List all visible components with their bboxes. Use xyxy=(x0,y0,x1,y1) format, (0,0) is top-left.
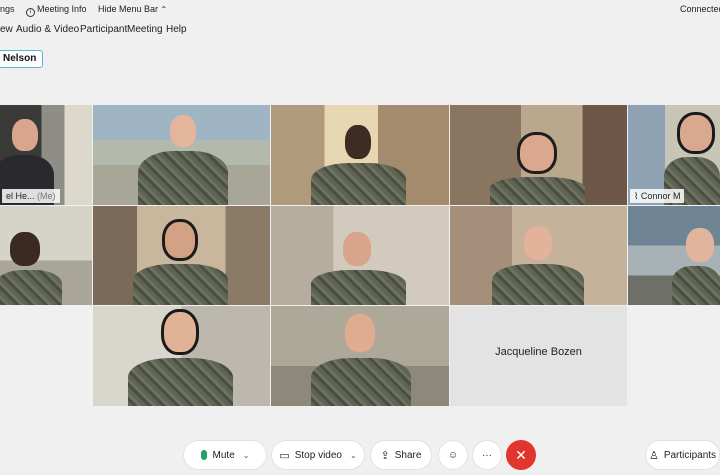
video-tile-no-video[interactable]: Jacqueline Bozen xyxy=(450,306,627,406)
video-grid: el He... (Me) ⌇ Connor M Jacqueline Boze… xyxy=(0,105,720,407)
share-icon: ⇪ xyxy=(380,449,390,462)
video-tile-connor[interactable]: ⌇ Connor M xyxy=(628,105,720,205)
microphone-icon: ⌇ xyxy=(634,191,639,201)
participant-video xyxy=(668,226,720,305)
video-tile[interactable] xyxy=(450,206,627,305)
participant-video xyxy=(311,123,406,205)
active-speaker-badge: Nelson xyxy=(0,50,44,68)
participant-video xyxy=(128,310,233,406)
video-tile[interactable] xyxy=(450,105,627,205)
menu-item-meeting[interactable]: Meeting xyxy=(127,24,163,35)
menu-item-participant[interactable]: Participant xyxy=(80,24,127,35)
share-button[interactable]: ⇪ Share xyxy=(370,440,432,470)
menu-bar: ew Audio & Video Participant Meeting Hel… xyxy=(0,22,720,38)
participant-video xyxy=(133,220,228,305)
connection-status: Connected xyxy=(680,4,720,14)
menu-item-view[interactable]: ew xyxy=(0,24,13,35)
reactions-button[interactable]: ☺ xyxy=(438,440,468,470)
chevron-up-icon: ⌃ xyxy=(160,5,168,14)
chevron-down-icon[interactable]: ⌄ xyxy=(350,451,357,460)
video-tile[interactable] xyxy=(271,206,449,305)
video-tile-self[interactable]: el He... (Me) xyxy=(0,105,92,205)
video-tile[interactable] xyxy=(93,105,270,205)
microphone-icon xyxy=(200,450,207,460)
participant-video xyxy=(311,230,406,305)
chevron-down-icon[interactable]: ⌄ xyxy=(243,451,250,460)
title-bar: ngs i Meeting Info Hide Menu Bar ⌃ Connec… xyxy=(0,0,720,20)
settings-menu-fragment[interactable]: ngs xyxy=(0,4,15,14)
video-tile[interactable] xyxy=(0,206,92,305)
end-call-button[interactable]: ✕ xyxy=(506,440,536,470)
video-tile[interactable] xyxy=(93,206,270,305)
participants-button[interactable]: ♙ Participants xyxy=(645,440,720,470)
smiley-icon: ☺ xyxy=(447,449,459,461)
person-icon: ♙ xyxy=(648,449,659,462)
participant-name: Jacqueline Bozen xyxy=(495,346,582,358)
participant-video xyxy=(492,224,584,305)
hide-menu-bar-button[interactable]: Hide Menu Bar ⌃ xyxy=(98,4,167,14)
info-icon: i xyxy=(26,8,35,17)
more-options-button[interactable]: ··· xyxy=(472,440,502,470)
video-tile[interactable] xyxy=(628,206,720,305)
meeting-controls: Mute ⌄ ▭ Stop video ⌄ ⇪ Share ☺ ··· ✕ ♙ … xyxy=(0,440,720,470)
video-tile[interactable] xyxy=(271,306,449,406)
participant-video xyxy=(311,312,411,406)
menu-item-help[interactable]: Help xyxy=(166,24,187,35)
mute-button[interactable]: Mute ⌄ xyxy=(183,440,267,470)
more-icon: ··· xyxy=(482,449,492,461)
participant-video xyxy=(0,230,66,305)
participant-video xyxy=(138,113,228,205)
participant-name-label: el He... (Me) xyxy=(2,189,60,203)
camera-icon: ▭ xyxy=(279,449,290,462)
stop-video-button[interactable]: ▭ Stop video ⌄ xyxy=(271,440,365,470)
menu-item-audio-video[interactable]: Audio & Video xyxy=(16,24,79,35)
meeting-info-button[interactable]: i Meeting Info xyxy=(26,4,87,17)
participant-name-label: ⌇ Connor M xyxy=(630,189,685,203)
close-icon: ✕ xyxy=(515,446,527,463)
video-tile[interactable] xyxy=(93,306,270,406)
video-tile[interactable] xyxy=(271,105,449,205)
participant-video xyxy=(490,133,585,205)
